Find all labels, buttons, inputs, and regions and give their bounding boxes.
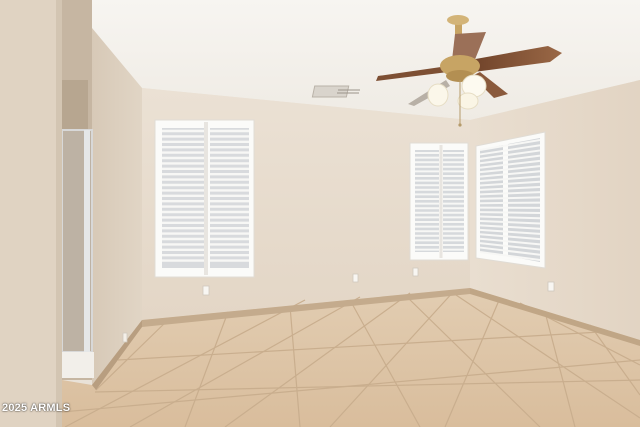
foreground-wall: [0, 0, 62, 427]
wall-outlet: [122, 332, 128, 343]
wall-outlet: [202, 285, 210, 296]
shutter-louver: [479, 211, 541, 215]
room-photo: 2025 ARMLS: [0, 0, 640, 427]
photo-watermark: 2025 ARMLS: [2, 402, 71, 414]
room-photo-drawing: [0, 0, 640, 427]
window-shutter-center: [409, 142, 469, 261]
door-threshold: [62, 352, 94, 378]
shutter-louver: [479, 201, 541, 205]
wall-outlet: [547, 281, 555, 292]
wall-outlet: [412, 267, 419, 277]
window-shutter-left: [154, 119, 255, 278]
window-shutter-right: [475, 131, 546, 269]
shutter-louver: [479, 196, 541, 200]
wall-outlet: [352, 273, 359, 283]
